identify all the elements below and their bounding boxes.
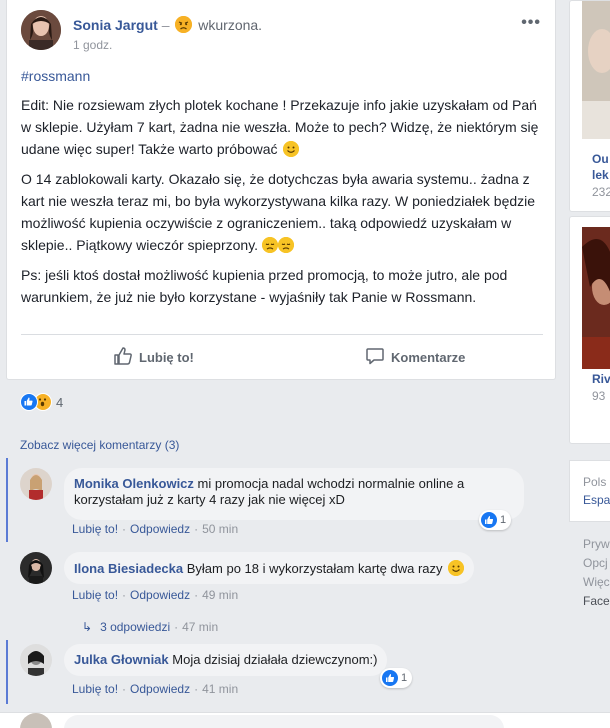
post-paragraph-2: O 14 zablokowali karty. Okazało się, że … <box>21 171 536 253</box>
comment-reaction-count[interactable]: 1 <box>479 510 512 530</box>
comment-like-link[interactable]: Lubię to! <box>72 682 118 696</box>
footer-link[interactable]: Pryw <box>583 535 610 554</box>
smile-emoji-icon <box>448 560 465 576</box>
sidebar-suggestion-card[interactable]: Riv 93 <box>569 216 610 444</box>
post-paragraph-1: Edit: Nie rozsiewam złych plotek kochane… <box>21 97 539 157</box>
comment-reply-link[interactable]: Odpowiedz <box>130 522 190 536</box>
comment-item: Julka Głowniak Moja dzisiaj działała dzi… <box>6 640 556 704</box>
commenter-name[interactable]: Julka Głowniak <box>74 652 169 667</box>
language-option[interactable]: Espa <box>583 493 610 507</box>
post-body: Edit: Nie rozsiewam złych plotek kochane… <box>21 94 543 316</box>
commenter-name[interactable]: Monika Olenkowicz <box>74 476 194 491</box>
author-name[interactable]: Sonia Jargut <box>73 17 158 33</box>
commenter-avatar[interactable] <box>20 644 52 676</box>
feeling-text: wkurzona. <box>198 17 263 33</box>
like-label: Lubię to! <box>139 349 194 365</box>
comment-button[interactable]: Komentarze <box>365 336 465 378</box>
view-more-comments-link[interactable]: Zobacz więcej komentarzy (3) <box>20 438 179 452</box>
sidebar-suggestion-card[interactable]: Oulek 232 <box>569 0 610 212</box>
feeling-dash: – <box>161 17 170 33</box>
suggestion-meta: 232 <box>592 185 610 199</box>
comment-time[interactable]: 41 min <box>202 682 238 696</box>
smile-emoji-icon <box>283 141 300 157</box>
like-button[interactable]: Lubię to! <box>113 336 194 378</box>
hashtag-link[interactable]: #rossmann <box>21 68 90 84</box>
language-current: Pols <box>583 475 607 489</box>
reaction-count: 4 <box>56 394 64 410</box>
reaction-summary[interactable]: 4 <box>20 392 63 412</box>
comment-actions: Lubię to! · Odpowiedz · 41 min <box>72 682 239 696</box>
more-options-icon[interactable]: ••• <box>521 14 541 32</box>
suggestion-thumbnail <box>582 1 610 139</box>
suggestion-thumbnail <box>582 227 610 369</box>
comment-like-link[interactable]: Lubię to! <box>72 588 118 602</box>
thread-indicator <box>6 640 8 704</box>
comment-bubble: Monika Olenkowicz mi promocja nadal wcho… <box>64 468 524 520</box>
post-paragraph-3: Ps: jeśli ktoś dostał możliwość kupienia… <box>21 267 508 305</box>
comment-bubble <box>64 715 504 728</box>
author-line: Sonia Jargut – wkurzona. <box>73 16 262 33</box>
footer-link[interactable]: Face <box>583 592 610 611</box>
like-reaction-icon <box>382 670 398 686</box>
comment-actions: Lubię to! · Odpowiedz · 49 min <box>72 588 239 602</box>
like-reaction-icon <box>481 512 497 528</box>
footer-link[interactable]: Opcj <box>583 554 610 573</box>
suggestion-title[interactable]: Ou lek <box>592 151 609 183</box>
thread-indicator <box>6 458 8 542</box>
thumbs-up-icon <box>113 346 133 369</box>
disappointed-emoji-icon <box>261 237 278 253</box>
footer-link[interactable]: Więc <box>583 573 610 592</box>
comment-text: Moja dzisiaj działała dziewczynom:) <box>172 652 378 667</box>
like-reaction-icon <box>20 393 38 411</box>
commenter-avatar[interactable] <box>20 552 52 584</box>
disappointed-emoji-icon <box>277 237 294 253</box>
comment-time[interactable]: 49 min <box>202 588 238 602</box>
author-avatar[interactable] <box>21 10 61 50</box>
sidebar-footer: Pryw Opcj Więc Face <box>583 535 610 611</box>
language-selector: Pols Espa <box>569 460 610 522</box>
action-divider <box>21 334 543 335</box>
comment-bubble-icon <box>365 346 385 369</box>
comment-text: Byłam po 18 i wykorzystałam kartę dwa ra… <box>186 561 443 576</box>
comment-time[interactable]: 50 min <box>202 522 238 536</box>
post-timestamp[interactable]: 1 godz. <box>73 38 112 52</box>
comment-label: Komentarze <box>391 349 466 365</box>
post-card: Sonia Jargut – wkurzona. 1 godz. ••• #ro… <box>6 0 556 380</box>
comment-item: Monika Olenkowicz mi promocja nadal wcho… <box>6 458 556 542</box>
view-replies-link[interactable]: ↳ 3 odpowiedzi · 47 min <box>82 620 218 634</box>
commenter-name[interactable]: Ilona Biesiadecka <box>74 561 183 576</box>
comment-like-link[interactable]: Lubię to! <box>72 522 118 536</box>
commenter-avatar[interactable] <box>20 468 52 500</box>
angry-face-icon <box>175 16 193 33</box>
comment-bubble: Ilona Biesiadecka Byłam po 18 i wykorzys… <box>64 552 475 584</box>
comment-actions: Lubię to! · Odpowiedz · 50 min <box>72 522 239 536</box>
post-action-bar: Lubię to! Komentarze <box>21 336 543 378</box>
comment-bubble: Julka Głowniak Moja dzisiaj działała dzi… <box>64 644 388 676</box>
suggestion-meta: 93 <box>592 389 606 403</box>
next-comment-preview <box>0 712 610 728</box>
comment-item: Ilona Biesiadecka Byłam po 18 i wykorzys… <box>6 544 556 608</box>
comment-reply-link[interactable]: Odpowiedz <box>130 588 190 602</box>
post-header: Sonia Jargut – wkurzona. 1 godz. ••• <box>21 10 541 58</box>
reply-arrow-icon: ↳ <box>82 620 93 634</box>
suggestion-title[interactable]: Riv <box>592 371 610 387</box>
commenter-avatar[interactable] <box>20 713 52 728</box>
comment-reaction-count[interactable]: 1 <box>380 668 413 688</box>
comment-reply-link[interactable]: Odpowiedz <box>130 682 190 696</box>
